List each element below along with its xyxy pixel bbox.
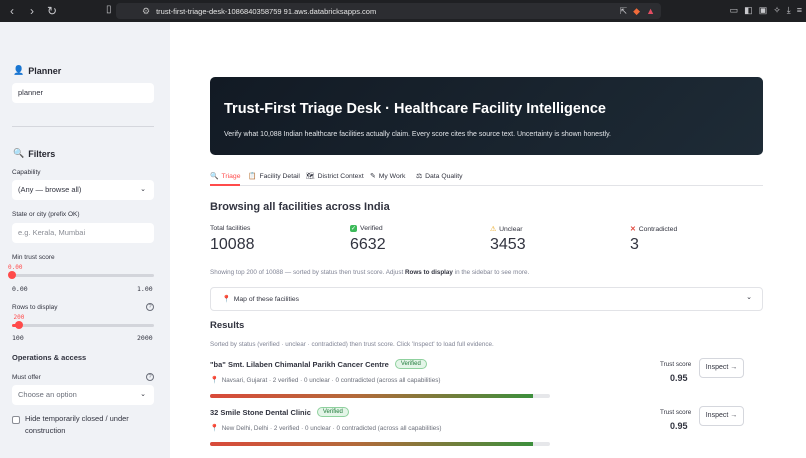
chevron-down-icon: ⌄ — [746, 294, 752, 301]
sidebar-toggle-icon[interactable]: ◧ — [744, 4, 753, 16]
trust-score-label: Trust score — [660, 409, 692, 416]
media-icon[interactable]: ▭ — [730, 4, 739, 16]
help-icon[interactable]: ? — [146, 373, 154, 381]
operations-heading: Operations & access — [12, 353, 87, 362]
rows-min: 100 — [12, 334, 24, 342]
results-heading: Results — [210, 320, 245, 331]
sidebar: 👤 Planner planner 🔍 Filters Capability (… — [0, 22, 170, 458]
active-tab-indicator — [210, 184, 240, 186]
planner-heading: 👤 Planner — [13, 65, 62, 76]
reload-icon[interactable]: ↻ — [44, 0, 60, 22]
url-text: trust-first-triage-desk-1086840358759 91… — [156, 6, 377, 16]
clipboard-icon: 📋 — [248, 173, 257, 180]
metric-unclear-label: ⚠ Unclear — [490, 225, 523, 234]
extensions-icon[interactable]: ✧ — [773, 4, 781, 16]
trust-bar — [210, 394, 550, 398]
brave-rewards-icon[interactable]: ▲ — [646, 5, 655, 17]
tab-facility-detail[interactable]: 📋 Facility Detail — [248, 169, 300, 183]
hide-closed-checkbox[interactable] — [12, 416, 20, 424]
metric-verified-label: ✓ Verified — [350, 225, 383, 232]
forward-icon[interactable]: › — [24, 0, 40, 22]
status-badge: Verified — [394, 359, 427, 369]
help-icon[interactable]: ? — [146, 303, 154, 311]
page-title: Trust-First Triage Desk · Healthcare Fac… — [224, 101, 606, 117]
warning-icon: ⚠ — [490, 226, 497, 233]
menu-icon[interactable]: ≡ — [797, 4, 802, 16]
trust-score-value: 0.95 — [670, 373, 688, 383]
min-trust-min: 0.00 — [12, 285, 28, 293]
hero-subtitle: Verify what 10,088 Indian healthcare fac… — [224, 131, 611, 138]
trust-score-label: Trust score — [660, 361, 692, 368]
min-trust-slider[interactable] — [8, 271, 154, 279]
check-icon: ✓ — [350, 225, 358, 232]
person-icon: 👤 — [13, 65, 25, 75]
pin-icon: 📍 — [222, 296, 231, 303]
metric-contradicted-label: ✕ Contradicted — [630, 225, 678, 234]
result-meta: 📍 Navsari, Gujarat · 2 verified · 0 uncl… — [210, 376, 441, 385]
min-trust-max: 1.00 — [137, 285, 153, 293]
main-content: Trust-First Triage Desk · Healthcare Fac… — [170, 22, 806, 458]
results-caption: Sorted by status (verified · unclear · c… — [210, 341, 494, 348]
map-icon: 🗺 — [306, 173, 315, 180]
map-expander[interactable]: 📍 Map of these facilities ⌄ — [210, 287, 763, 311]
hero-banner: Trust-First Triage Desk · Healthcare Fac… — [210, 77, 763, 155]
magnifier-icon: 🔍 — [13, 148, 25, 158]
tab-district-context[interactable]: 🗺 District Context — [306, 169, 364, 183]
rows-value: 200 — [13, 314, 25, 321]
metric-total-value: 10088 — [210, 236, 255, 253]
inspect-button[interactable]: Inspect → — [699, 406, 744, 426]
chevron-down-icon: ⌄ — [140, 391, 146, 398]
wallet-icon[interactable]: ▣ — [759, 4, 768, 16]
magnifier-icon: 🔍 — [210, 173, 219, 180]
brave-shield-icon[interactable]: ◆ — [633, 5, 640, 17]
tab-bar: 🔍 Triage 📋 Facility Detail 🗺 District Co… — [210, 169, 763, 186]
bookmark-icon[interactable]: ▯ — [106, 4, 112, 15]
planner-input[interactable]: planner — [12, 83, 154, 103]
browse-heading: Browsing all facilities across India — [210, 201, 390, 213]
status-badge: Verified — [316, 407, 349, 417]
address-bar[interactable]: ▯ ⚙ trust-first-triage-desk-108684035875… — [106, 3, 661, 19]
filters-heading: 🔍 Filters — [13, 148, 56, 159]
site-settings-icon[interactable]: ⚙ — [142, 6, 150, 17]
cross-icon: ✕ — [630, 226, 636, 233]
tab-data-quality[interactable]: ⚖ Data Quality — [416, 169, 463, 183]
trust-score-value: 0.95 — [670, 421, 688, 431]
share-icon[interactable]: ⇱ — [620, 5, 628, 17]
must-offer-label: Must offer — [12, 374, 41, 381]
tab-triage[interactable]: 🔍 Triage — [210, 169, 240, 183]
chevron-down-icon: ⌄ — [140, 186, 146, 193]
result-meta: 📍 New Delhi, Delhi · 2 verified · 0 uncl… — [210, 424, 442, 433]
trust-bar — [210, 442, 550, 446]
capability-select[interactable]: (Any — browse all) ⌄ — [12, 180, 154, 200]
back-icon[interactable]: ‹ — [4, 0, 20, 22]
result-name: 32 Smile Stone Dental Clinic Verified — [210, 407, 349, 417]
scale-icon: ⚖ — [416, 173, 423, 180]
result-name: "ba" Smt. Lilaben Chimanlal Parikh Cance… — [210, 359, 427, 369]
metric-total-label: Total facilities — [210, 225, 251, 232]
rows-slider[interactable] — [12, 321, 154, 329]
pencil-icon: ✎ — [370, 173, 376, 180]
capability-label: Capability — [12, 169, 41, 176]
tab-my-work[interactable]: ✎ My Work — [370, 169, 405, 183]
must-offer-select[interactable]: Choose an option ⌄ — [12, 385, 154, 405]
state-label: State or city (prefix OK) — [12, 211, 80, 218]
download-icon[interactable]: ⤓ — [787, 4, 791, 16]
metric-unclear-value: 3453 — [490, 236, 526, 253]
inspect-button[interactable]: Inspect → — [699, 358, 744, 378]
slider-handle[interactable] — [8, 271, 16, 279]
browser-toolbar: ‹ › ↻ ▯ ⚙ trust-first-triage-desk-108684… — [0, 0, 806, 22]
hide-closed-label: Hide temporarily closed / under construc… — [25, 414, 129, 435]
metric-contradicted-value: 3 — [630, 236, 639, 253]
rows-label: Rows to display — [12, 304, 58, 311]
pin-icon: 📍 — [210, 377, 219, 384]
pin-icon: 📍 — [210, 425, 219, 432]
metric-verified-value: 6632 — [350, 236, 386, 253]
rows-max: 2000 — [137, 334, 153, 342]
min-trust-label: Min trust score — [12, 254, 55, 261]
sidebar-divider — [12, 126, 154, 127]
browse-caption: Showing top 200 of 10088 — sorted by sta… — [210, 269, 530, 276]
min-trust-value: 0.00 — [8, 264, 23, 271]
state-input[interactable]: e.g. Kerala, Mumbai — [12, 223, 154, 243]
slider-handle[interactable] — [15, 321, 24, 329]
